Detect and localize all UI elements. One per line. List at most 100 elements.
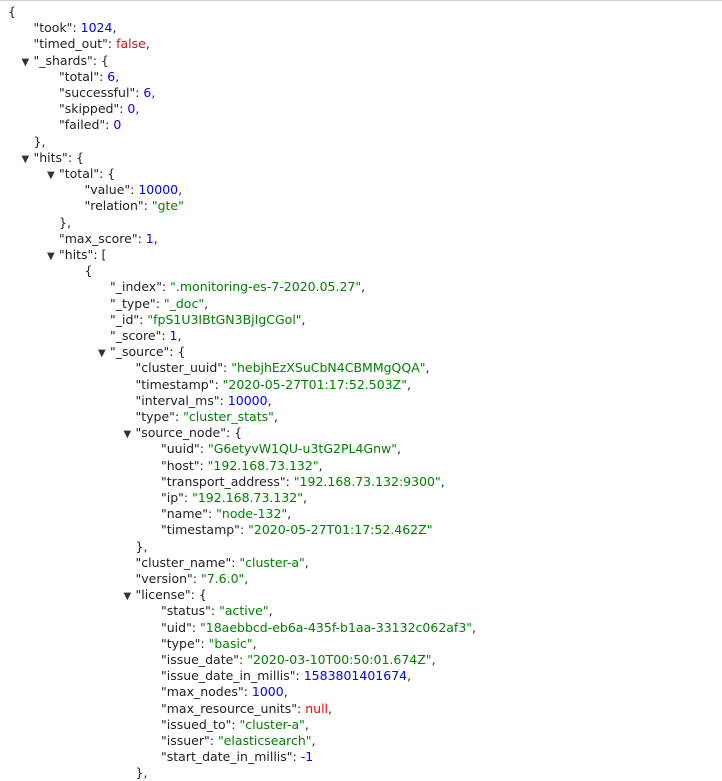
collapse-triangle-icon[interactable]: ▼ (22, 152, 32, 168)
json-punctuation: : (200, 635, 209, 651)
json-key: "uid" (161, 619, 192, 635)
json-node-row[interactable]: ▼ "license": { (124, 587, 207, 603)
json-key: "transport_address" (161, 473, 286, 489)
json-string-value: "node-132" (216, 506, 288, 522)
collapse-triangle-icon[interactable]: ▼ (98, 346, 108, 362)
json-line: "type": "cluster_stats", (136, 409, 278, 425)
json-key: "failed" (59, 117, 106, 133)
collapse-triangle-icon[interactable]: ▼ (47, 249, 57, 265)
json-number-value: 10000 (138, 182, 179, 198)
json-key: "max_resource_units" (161, 700, 298, 716)
json-number-value: -1 (300, 749, 314, 765)
json-number-value: 0 (113, 117, 122, 133)
json-key: "max_score" (59, 230, 138, 246)
json-number-value: 1024 (80, 20, 113, 36)
json-punctuation: , (145, 36, 150, 52)
json-punctuation: : { (67, 149, 84, 165)
json-punctuation: : (209, 733, 218, 748)
json-node-row[interactable]: ▼ "total": { (47, 166, 115, 182)
json-line: }, (59, 215, 71, 231)
json-punctuation: , (204, 295, 209, 311)
json-punctuation: , (311, 733, 316, 748)
json-key: "skipped" (59, 101, 120, 117)
json-line: "value": 10000, (85, 182, 183, 198)
json-punctuation: : (137, 230, 146, 246)
json-punctuation: }, (135, 538, 148, 554)
json-punctuation: , (425, 360, 430, 376)
json-key: "status" (161, 603, 211, 619)
json-key: "issued_to" (161, 716, 232, 732)
json-string-value: "active" (219, 603, 269, 619)
json-punctuation: : (161, 328, 170, 343)
json-punctuation: : { (169, 344, 186, 360)
json-punctuation: : (223, 360, 232, 376)
json-line: "max_score": 1, (59, 231, 158, 247)
json-key: "hits" (59, 247, 94, 262)
json-node-row[interactable]: ▼ "_source": { (98, 344, 186, 360)
json-punctuation: , (440, 473, 445, 489)
json-line: "host": "192.168.73.132", (161, 458, 323, 474)
json-punctuation: , (472, 619, 477, 635)
json-node-row[interactable]: ▼ "source_node": { (124, 425, 243, 441)
json-string-value: "elasticsearch" (217, 733, 312, 748)
json-key: "uuid" (161, 441, 200, 457)
json-punctuation: : (219, 392, 228, 408)
json-key: "host" (161, 457, 200, 473)
json-string-value: "_doc" (163, 295, 205, 311)
json-line: { (85, 263, 93, 279)
json-punctuation: : [ (93, 247, 107, 262)
json-punctuation: { (84, 263, 93, 279)
json-punctuation: , (153, 230, 158, 246)
json-line: "relation": "gte" (85, 198, 184, 214)
json-punctuation: : (214, 376, 223, 392)
json-punctuation: , (301, 311, 306, 327)
json-node-row[interactable]: ▼ "hits": { (22, 149, 84, 166)
json-boolean-value: false (116, 36, 146, 52)
json-viewer: {"took": 1024, "timed_out": false, ▼ "_shar… (0, 0, 722, 781)
json-key: "name" (161, 506, 208, 522)
json-line: "interval_ms": 10000, (136, 393, 272, 409)
json-line: "ip": "192.168.73.132", (161, 490, 307, 506)
json-line: "max_nodes": 1000, (161, 684, 288, 700)
json-node-row[interactable]: ▼ "hits": [ (47, 247, 107, 263)
json-line: "type": "basic", (161, 636, 257, 652)
json-line: "uuid": "G6etyvW1QU-u3tG2PL4Gnw", (161, 441, 401, 457)
json-punctuation: : (231, 716, 240, 732)
json-punctuation: , (244, 571, 249, 586)
json-punctuation: : (72, 20, 81, 36)
json-punctuation: , (287, 506, 292, 522)
json-line: "failed": 0 (59, 117, 121, 133)
json-line: "_id": "fpS1U3IBtGN3BjIgCGol", (110, 312, 306, 328)
json-key: "issue_date" (161, 652, 240, 667)
json-key: "start_date_in_millis" (161, 749, 293, 765)
collapse-triangle-icon[interactable]: ▼ (124, 589, 134, 605)
json-punctuation: , (318, 457, 323, 473)
collapse-triangle-icon[interactable]: ▼ (22, 55, 32, 71)
json-key: "version" (135, 571, 193, 586)
json-punctuation: : (155, 295, 164, 311)
collapse-triangle-icon[interactable]: ▼ (124, 427, 134, 443)
json-number-value: 1583801401674 (303, 668, 408, 684)
json-line: "skipped": 0, (59, 101, 139, 117)
json-punctuation: , (267, 392, 272, 408)
json-punctuation: , (431, 652, 436, 667)
json-node-row[interactable]: ▼ "_shards": { (22, 53, 109, 69)
json-line: "_index": ".monitoring-es-7-2020.05.27", (110, 279, 365, 295)
json-punctuation: }, (135, 765, 148, 781)
json-line: "cluster_name": "cluster-a", (136, 555, 309, 571)
json-line: "timed_out": false, (34, 36, 150, 52)
json-key: "value" (84, 182, 131, 198)
json-key: "relation" (84, 198, 144, 214)
json-punctuation: , (328, 700, 332, 716)
json-punctuation: : (292, 749, 301, 765)
json-punctuation: : (199, 457, 208, 473)
json-punctuation: , (304, 554, 309, 570)
json-string-value: "G6etyvW1QU-u3tG2PL4Gnw" (207, 441, 397, 457)
json-key: "cluster_name" (135, 554, 232, 570)
json-string-value: "cluster-a" (239, 554, 305, 570)
collapse-triangle-icon[interactable]: ▼ (47, 168, 57, 184)
json-punctuation: : (174, 409, 184, 424)
json-punctuation: , (283, 684, 288, 700)
json-string-value: "192.168.73.132:9300" (293, 473, 441, 489)
json-line: "max_resource_units": null, (161, 701, 332, 717)
